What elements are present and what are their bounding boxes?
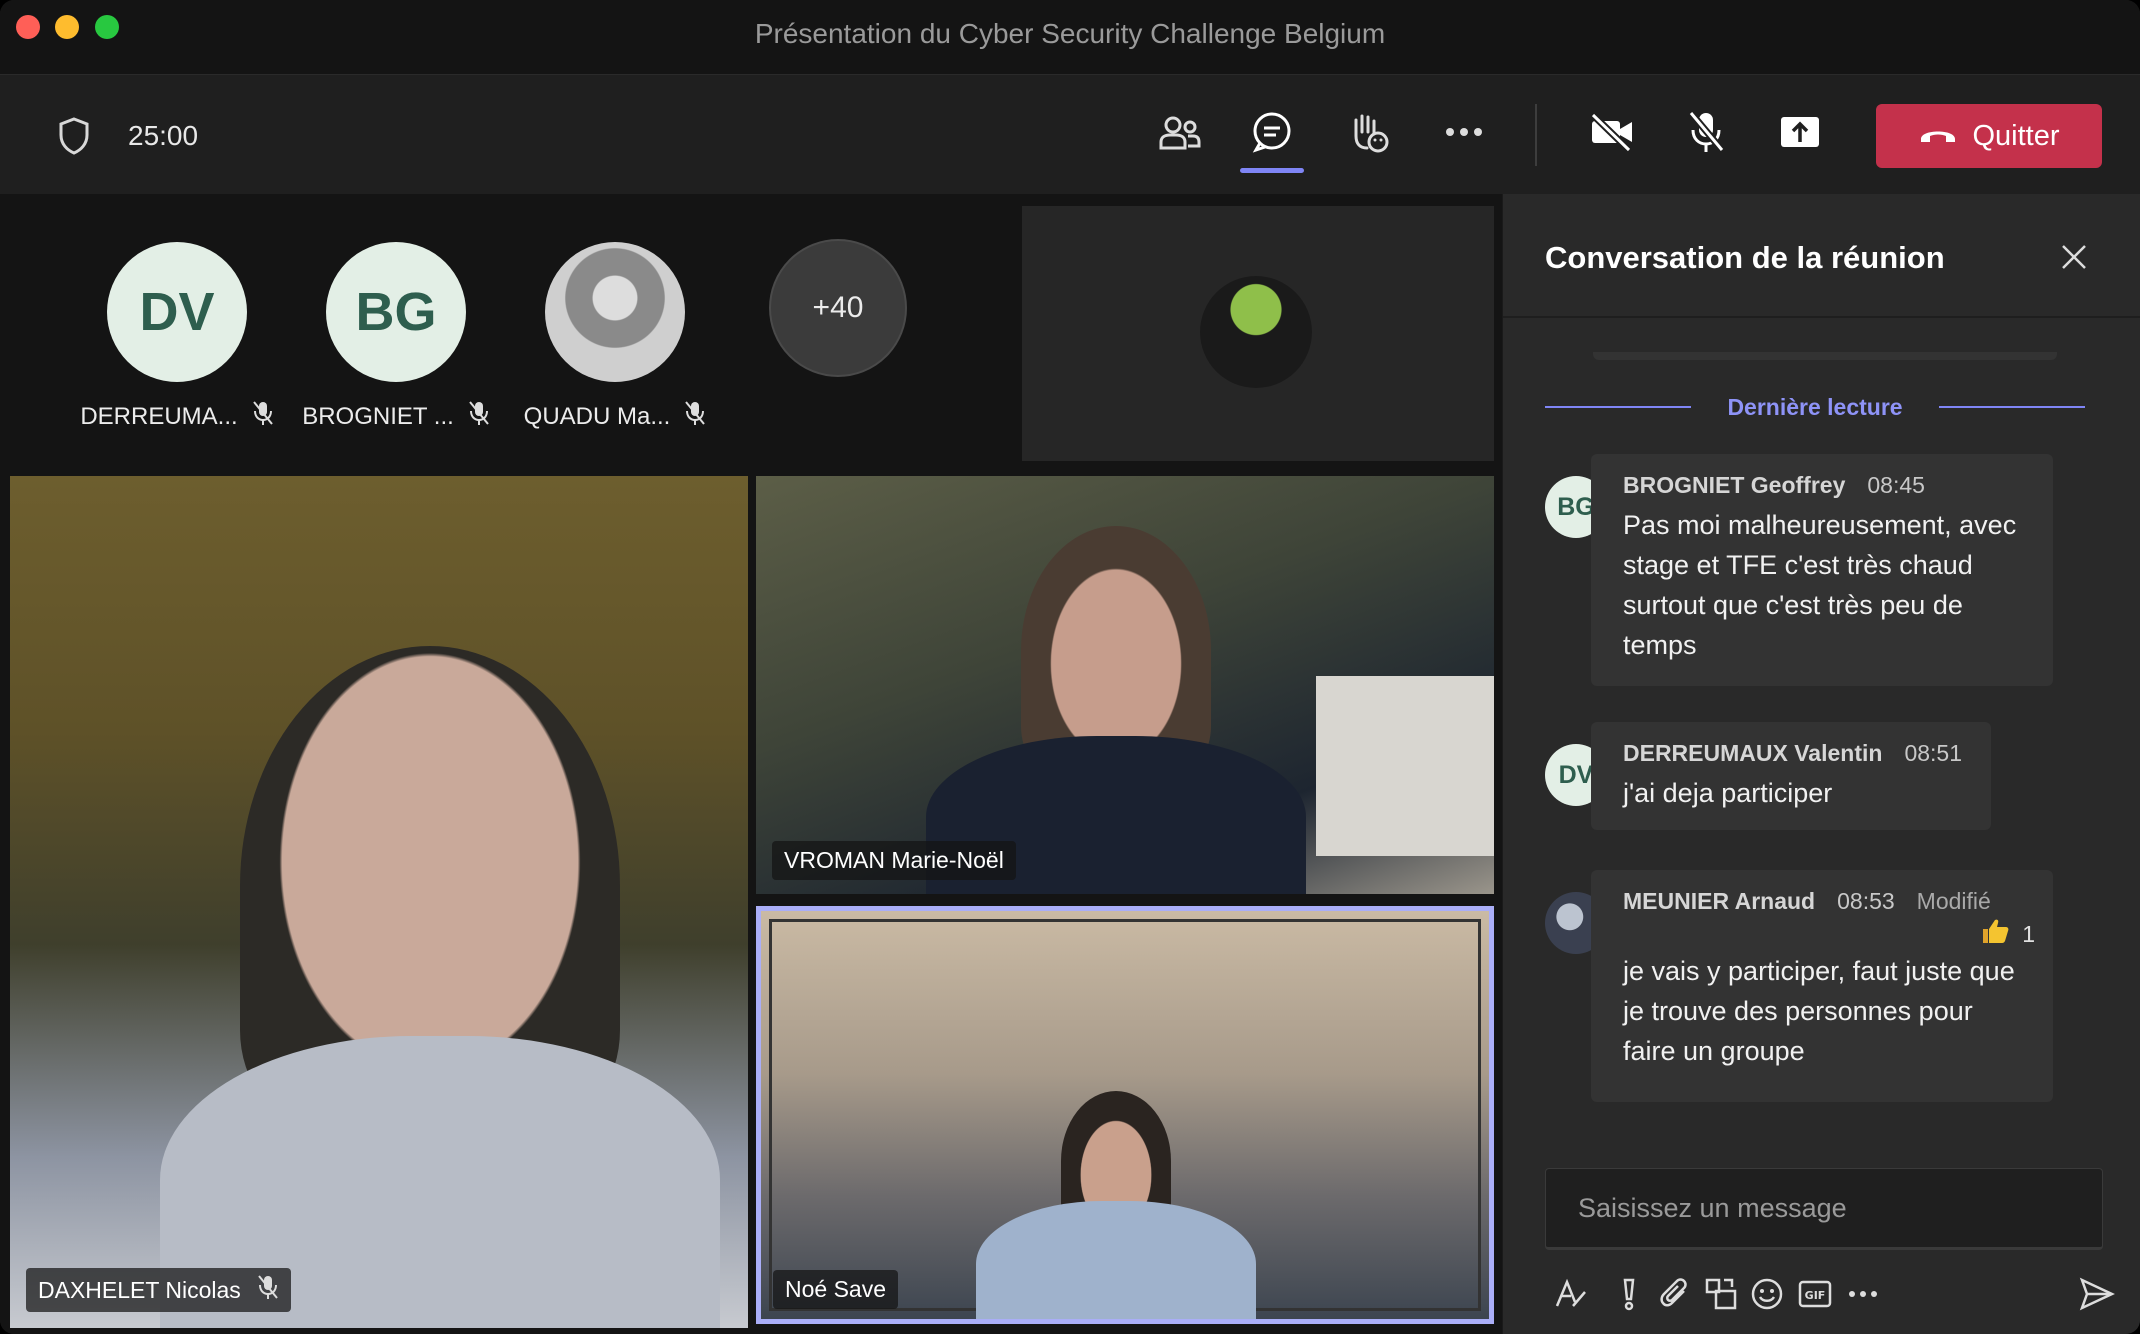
- avatar-photo: [545, 242, 685, 382]
- attach-icon[interactable]: [1649, 1268, 1701, 1320]
- message-text: je vais y participer, faut juste que je …: [1623, 956, 2015, 1066]
- leave-meeting-button[interactable]: Quitter: [1876, 104, 2102, 168]
- muted-microphone-icon: [252, 400, 274, 433]
- loop-component-icon[interactable]: [1695, 1268, 1747, 1320]
- meeting-timer: 25:00: [128, 120, 199, 151]
- avatar-initials: BG: [1557, 492, 1595, 521]
- roster-participant[interactable]: BG BROGNIET ...: [302, 242, 489, 433]
- roster-participant[interactable]: DV DERREUMA...: [80, 242, 273, 433]
- leave-button-label: Quitter: [1972, 119, 2060, 152]
- reaction-count: 1: [2022, 920, 2035, 947]
- format-icon[interactable]: [1545, 1268, 1597, 1320]
- message-input[interactable]: Saisissez un message: [1545, 1168, 2103, 1250]
- meeting-chat-panel: Conversation de la réunion Dernière lect…: [1502, 194, 2140, 1334]
- previous-message-edge: [1593, 352, 2057, 360]
- toolbar-divider: [1535, 104, 1537, 166]
- more-options-icon[interactable]: [1436, 104, 1492, 160]
- meeting-stage: DV DERREUMA... BG BROGNIET ... QUADU Ma.…: [0, 194, 1502, 1334]
- emoji-icon[interactable]: [1741, 1268, 1793, 1320]
- microphone-off-icon[interactable]: [1678, 104, 1734, 160]
- divider: [1503, 316, 2140, 318]
- last-read-marker: Dernière lecture: [1545, 392, 2086, 422]
- thumbs-up-icon: [1980, 917, 2010, 951]
- muted-microphone-icon: [468, 400, 490, 433]
- share-screen-icon[interactable]: [1772, 104, 1828, 160]
- last-read-label: Dernière lecture: [1727, 393, 1903, 420]
- avatar-initials: DV: [1558, 760, 1594, 789]
- participant-name: QUADU Ma...: [523, 402, 671, 430]
- meeting-toolbar: 25:00 Quitter: [0, 76, 2140, 194]
- muted-microphone-icon: [257, 1274, 279, 1306]
- message-input-placeholder: Saisissez un message: [1578, 1192, 1847, 1223]
- hang-up-icon: [1918, 120, 1958, 153]
- message-author: DERREUMAUX Valentin: [1623, 740, 1883, 766]
- video-person-body: [976, 1201, 1256, 1319]
- message-time: 08:53: [1837, 888, 1895, 914]
- close-icon[interactable]: [2059, 242, 2089, 277]
- speaker-tile[interactable]: [1022, 206, 1494, 461]
- participant-roster: DV DERREUMA... BG BROGNIET ... QUADU Ma.…: [0, 194, 1020, 464]
- window-title: Présentation du Cyber Security Challenge…: [754, 18, 1386, 49]
- divider: [1545, 406, 1692, 408]
- video-name-tag: Noé Save: [773, 1270, 899, 1309]
- video-participant-name: Noé Save: [785, 1276, 887, 1302]
- video-name-tag: DAXHELET Nicolas: [26, 1268, 291, 1312]
- teams-meeting-window: Présentation du Cyber Security Challenge…: [0, 0, 2140, 1334]
- send-icon[interactable]: [2071, 1268, 2123, 1320]
- message-text: Pas moi malheureusement, avec stage et T…: [1623, 510, 2017, 660]
- video-participant-name: DAXHELET Nicolas: [38, 1276, 241, 1303]
- more-participants-button[interactable]: +40: [769, 239, 907, 377]
- divider: [1938, 406, 2086, 408]
- active-tab-indicator: [1240, 168, 1304, 173]
- shield-icon[interactable]: [56, 116, 92, 156]
- message-author: BROGNIET Geoffrey: [1623, 472, 1846, 498]
- video-tile-active-speaker[interactable]: Noé Save: [756, 906, 1494, 1324]
- participant-name: BROGNIET ...: [302, 402, 454, 430]
- svg-text:GIF: GIF: [1805, 1289, 1826, 1302]
- composer-toolbar: GIF: [1545, 1268, 2125, 1320]
- message-text: j'ai deja participer: [1623, 778, 1833, 808]
- message-edited-label: Modifié: [1916, 888, 1991, 914]
- background-furniture: [1316, 676, 1494, 856]
- muted-microphone-icon: [684, 400, 706, 433]
- chat-panel-title: Conversation de la réunion: [1545, 240, 1945, 275]
- message-time: 08:51: [1904, 740, 1962, 766]
- message-reaction[interactable]: 1: [1623, 917, 2035, 951]
- more-options-icon[interactable]: [1837, 1268, 1889, 1320]
- video-tile[interactable]: VROMAN Marie-Noël: [756, 476, 1494, 894]
- message-bubble: MEUNIER Arnaud 08:53 Modifié 1 je vais y p…: [1591, 870, 2053, 1102]
- message-time: 08:45: [1867, 472, 1925, 498]
- gif-icon[interactable]: GIF: [1789, 1268, 1841, 1320]
- avatar: BG: [326, 242, 466, 382]
- participant-name: DERREUMA...: [80, 402, 238, 430]
- message-author: MEUNIER Arnaud: [1623, 888, 1816, 914]
- title-bar: Présentation du Cyber Security Challenge…: [0, 0, 2140, 75]
- message-bubble: BROGNIET Geoffrey 08:45 Pas moi malheureu…: [1591, 454, 2053, 686]
- camera-off-icon[interactable]: [1584, 104, 1640, 160]
- roster-participant[interactable]: QUADU Ma...: [523, 242, 706, 433]
- video-participant-name: VROMAN Marie-Noël: [784, 847, 1004, 873]
- participants-icon[interactable]: [1152, 106, 1208, 162]
- avatar: DV: [107, 242, 247, 382]
- chat-icon[interactable]: [1244, 104, 1300, 160]
- message-bubble: DERREUMAUX Valentin 08:51 j'ai deja parti…: [1591, 722, 1991, 830]
- important-icon[interactable]: [1603, 1268, 1655, 1320]
- avatar-photo: [1200, 276, 1312, 388]
- raise-hand-icon[interactable]: [1340, 104, 1396, 160]
- video-tile[interactable]: DAXHELET Nicolas: [10, 476, 748, 1328]
- video-name-tag: VROMAN Marie-Noël: [772, 841, 1016, 880]
